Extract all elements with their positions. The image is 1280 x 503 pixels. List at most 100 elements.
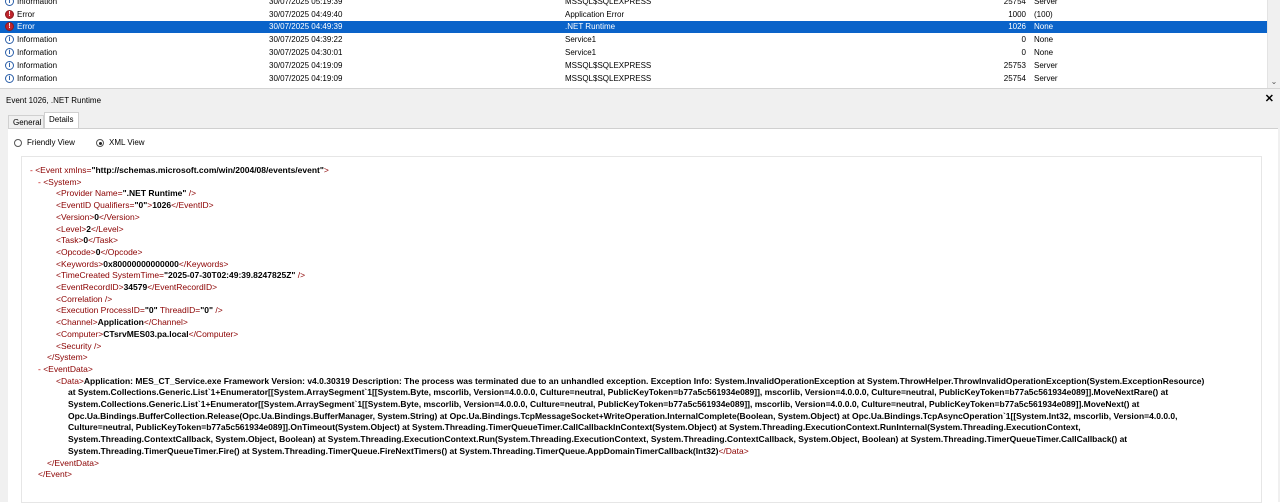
xml-tag: <Security /> xyxy=(56,340,102,351)
error-icon: ! xyxy=(5,10,14,19)
xml-tag: <Computer> xyxy=(56,328,104,339)
xml-data-text: Application: MES_CT_Service.exe Framewor… xyxy=(68,375,1205,456)
event-date: 30/07/2025 04:30:01 xyxy=(269,48,343,57)
xml-attr-value: ".NET Runtime" xyxy=(122,188,187,199)
xml-eventdata-close-line: </EventData> xyxy=(30,458,1255,470)
close-icon[interactable]: ✕ xyxy=(1265,93,1274,106)
xml-event-line: - <Event xmlns="http://schemas.microsoft… xyxy=(30,165,1255,177)
xml-tag: > xyxy=(323,165,329,175)
xml-tag: <Opcode> xyxy=(56,246,96,257)
event-list: i Information 30/07/2025 05:19:39 MSSQL$… xyxy=(0,0,1280,88)
event-row[interactable]: i Information 30/07/2025 04:30:01 Servic… xyxy=(0,47,1267,59)
event-level: Information xyxy=(17,48,58,57)
xml-tag: </System> xyxy=(47,352,88,363)
event-id: 25754 xyxy=(1003,0,1026,6)
event-id: 0 xyxy=(1021,35,1026,44)
xml-attr-value: "2025-07-30T02:49:39.8247825Z" xyxy=(164,270,296,281)
error-icon: ! xyxy=(5,22,14,31)
event-date: 30/07/2025 04:19:09 xyxy=(269,74,343,83)
event-row-selected[interactable]: ! Error 30/07/2025 04:49:39 .NET Runtime… xyxy=(0,21,1267,33)
information-icon: i xyxy=(5,0,14,6)
information-icon: i xyxy=(5,61,14,70)
list-scrollbar[interactable]: ⌄ xyxy=(1267,0,1280,88)
xml-tag: </Data> xyxy=(718,445,749,456)
xml-timecreated-line: <TimeCreated SystemTime="2025-07-30T02:4… xyxy=(30,270,1255,282)
xml-attr-value: "0" xyxy=(134,200,148,211)
event-source: Service1 xyxy=(565,35,597,44)
xml-tag: </Task> xyxy=(88,235,118,246)
scroll-down-arrow-icon[interactable]: ⌄ xyxy=(1268,76,1280,88)
xml-text: Application xyxy=(97,317,144,328)
xml-tag: <Version> xyxy=(56,211,95,222)
tab-details[interactable]: Details xyxy=(44,112,79,128)
collapse-toggle[interactable]: - xyxy=(30,165,33,175)
event-level: Information xyxy=(17,74,58,83)
event-source: .NET Runtime xyxy=(565,22,616,31)
event-detail-pane: Event 1026, .NET Runtime ✕ General Detai… xyxy=(0,92,1280,503)
event-level: Information xyxy=(17,61,58,70)
xml-attr-value: "http://schemas.microsoft.com/win/2004/0… xyxy=(91,165,324,175)
event-task: Server xyxy=(1034,0,1058,6)
event-id: 25753 xyxy=(1003,61,1026,70)
event-task: None xyxy=(1034,35,1054,44)
event-level: Error xyxy=(17,22,35,31)
event-task: Server xyxy=(1034,61,1058,70)
xml-text: CTsrvMES03.pa.local xyxy=(103,328,189,339)
xml-tag: /> xyxy=(213,305,223,316)
event-level: Error xyxy=(17,10,35,19)
information-icon: i xyxy=(5,48,14,57)
xml-provider-line: <Provider Name=".NET Runtime" /> xyxy=(30,188,1255,200)
event-date: 30/07/2025 05:19:39 xyxy=(269,0,343,6)
information-icon: i xyxy=(5,74,14,83)
xml-level-line: <Level>2</Level> xyxy=(30,224,1255,236)
xml-recordid-line: <EventRecordID>34579</EventRecordID> xyxy=(30,282,1255,294)
xml-eventdata-line: - <EventData> xyxy=(30,364,1255,376)
event-level: Information xyxy=(17,0,58,6)
information-icon: i xyxy=(5,35,14,44)
xml-text: 1026 xyxy=(152,200,172,211)
event-id: 25754 xyxy=(1003,74,1026,83)
event-row[interactable]: i Information 30/07/2025 04:19:09 MSSQL$… xyxy=(0,73,1267,85)
xml-tag: <Correlation /> xyxy=(56,293,113,304)
event-id: 0 xyxy=(1021,48,1026,57)
xml-tag: </EventRecordID> xyxy=(147,282,218,293)
xml-attr-value: "0" xyxy=(144,305,158,316)
xml-tag: <Keywords> xyxy=(56,258,104,269)
collapse-toggle[interactable]: - xyxy=(38,177,41,187)
xml-tag: /> xyxy=(186,188,197,199)
xml-tag: </Version> xyxy=(99,211,140,222)
xml-tag: <Execution ProcessID= xyxy=(56,305,145,316)
event-row[interactable]: ! Error 30/07/2025 04:49:40 Application … xyxy=(0,9,1267,21)
xml-tag: <TimeCreated SystemTime= xyxy=(56,270,165,281)
xml-tag: <EventRecordID> xyxy=(56,282,124,293)
xml-view-radio[interactable]: XML View xyxy=(96,137,145,149)
xml-execution-line: <Execution ProcessID="0" ThreadID="0" /> xyxy=(30,305,1255,317)
xml-correlation-line: <Correlation /> xyxy=(30,294,1255,306)
event-date: 30/07/2025 04:39:22 xyxy=(269,35,343,44)
xml-tag: <EventData> xyxy=(43,363,93,374)
xml-data-line: <Data>Application: MES_CT_Service.exe Fr… xyxy=(30,376,1208,458)
friendly-view-radio[interactable]: Friendly View xyxy=(14,137,75,149)
xml-content: - <Event xmlns="http://schemas.microsoft… xyxy=(30,165,1255,481)
xml-attr-value: "0" xyxy=(200,305,214,316)
xml-channel-line: <Channel>Application</Channel> xyxy=(30,317,1255,329)
event-row[interactable]: i Information 30/07/2025 04:39:22 Servic… xyxy=(0,34,1267,46)
friendly-view-label: Friendly View xyxy=(27,138,75,147)
event-date: 30/07/2025 04:19:09 xyxy=(269,61,343,70)
event-source: Application Error xyxy=(565,10,625,19)
xml-tag: <Event xmlns= xyxy=(35,165,92,175)
xml-view-panel[interactable]: - <Event xmlns="http://schemas.microsoft… xyxy=(21,156,1262,503)
event-source: MSSQL$SQLEXPRESS xyxy=(565,74,652,83)
event-source: MSSQL$SQLEXPRESS xyxy=(565,0,652,6)
tab-general[interactable]: General xyxy=(8,115,44,128)
xml-version-line: <Version>0</Version> xyxy=(30,212,1255,224)
event-date: 30/07/2025 04:49:39 xyxy=(269,22,343,31)
event-level: Information xyxy=(17,35,58,44)
collapse-toggle[interactable]: - xyxy=(38,364,41,374)
event-date: 30/07/2025 04:49:40 xyxy=(269,10,343,19)
xml-tag: </EventData> xyxy=(47,457,99,468)
xml-tag: </Keywords> xyxy=(178,258,229,269)
event-row[interactable]: i Information 30/07/2025 05:19:39 MSSQL$… xyxy=(0,0,1267,8)
event-row[interactable]: i Information 30/07/2025 04:19:09 MSSQL$… xyxy=(0,60,1267,72)
xml-text: 34579 xyxy=(123,282,148,293)
